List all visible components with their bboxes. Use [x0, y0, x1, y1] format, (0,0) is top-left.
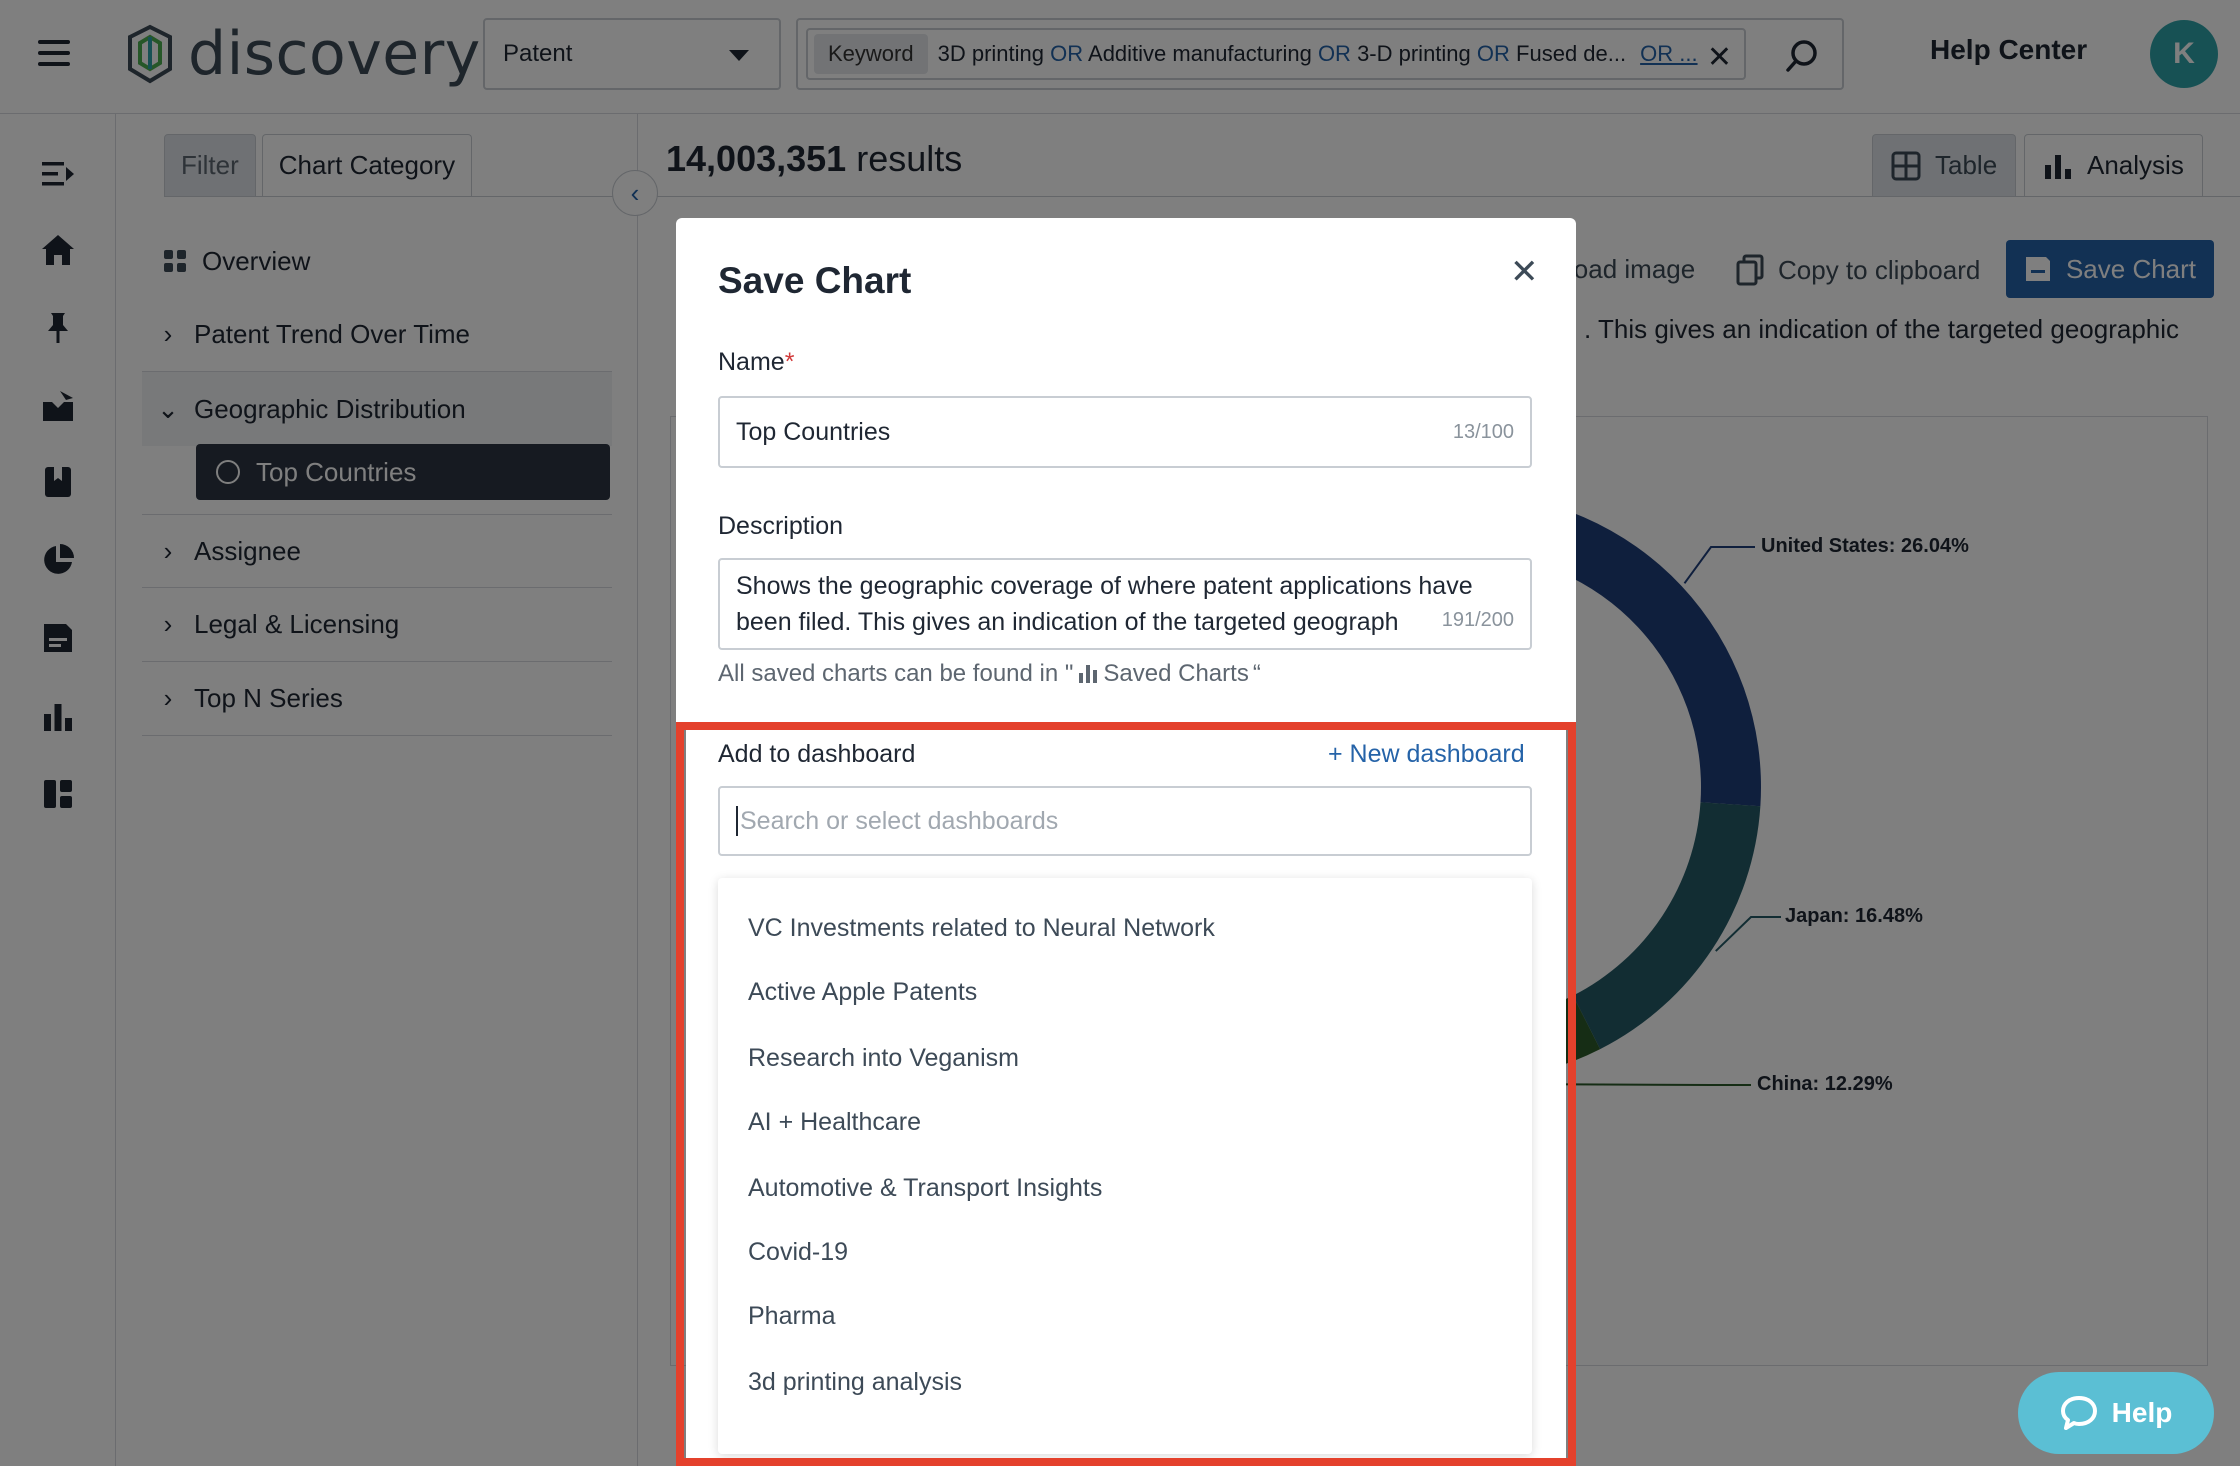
modal-header-section: Save Chart ✕ Name* Top Countries 13/100 … [676, 218, 1576, 722]
name-value: Top Countries [736, 418, 890, 447]
saved-note-suffix: “ [1253, 660, 1261, 688]
saved-charts-link[interactable]: Saved Charts [1103, 660, 1248, 688]
dashboard-search-placeholder: Search or select dashboards [740, 807, 1058, 836]
dashboard-dropdown: VC Investments related to Neural Network… [718, 878, 1532, 1454]
description-field[interactable]: Shows the geographic coverage of where p… [718, 558, 1532, 650]
chat-bubble-icon [2060, 1395, 2098, 1431]
description-label: Description [718, 512, 843, 541]
saved-charts-note: All saved charts can be found in " Saved… [718, 660, 1261, 688]
dashboard-option[interactable]: Pharma [748, 1302, 836, 1331]
dashboard-option[interactable]: Research into Veganism [748, 1044, 1019, 1073]
help-label: Help [2112, 1397, 2173, 1429]
name-label: Name* [718, 348, 794, 377]
dashboard-option[interactable]: Covid-19 [748, 1238, 848, 1267]
dashboard-option[interactable]: VC Investments related to Neural Network [748, 914, 1215, 943]
dashboard-option[interactable]: Active Apple Patents [748, 978, 977, 1007]
new-dashboard-button[interactable]: + New dashboard [1328, 740, 1525, 769]
description-value: Shows the geographic coverage of where p… [736, 572, 1473, 636]
save-chart-modal: Save Chart ✕ Name* Top Countries 13/100 … [676, 218, 1576, 1466]
required-marker: * [785, 348, 795, 376]
name-label-text: Name [718, 348, 785, 376]
description-counter: 191/200 [1438, 602, 1514, 638]
dashboard-option[interactable]: 3d printing analysis [748, 1368, 962, 1397]
dashboard-option[interactable]: AI + Healthcare [748, 1108, 921, 1137]
add-to-dashboard-label: Add to dashboard [718, 740, 915, 769]
close-icon[interactable]: ✕ [1510, 252, 1539, 292]
help-button[interactable]: Help [2018, 1372, 2214, 1454]
bar-chart-icon [1079, 665, 1097, 683]
name-counter: 13/100 [1453, 421, 1514, 444]
saved-note-prefix: All saved charts can be found in " [718, 660, 1073, 688]
dashboard-option[interactable]: Automotive & Transport Insights [748, 1174, 1102, 1203]
name-field[interactable]: Top Countries 13/100 [718, 396, 1532, 468]
text-cursor [736, 806, 738, 836]
dashboard-search-input[interactable]: Search or select dashboards [718, 786, 1532, 856]
modal-title: Save Chart [718, 260, 911, 302]
